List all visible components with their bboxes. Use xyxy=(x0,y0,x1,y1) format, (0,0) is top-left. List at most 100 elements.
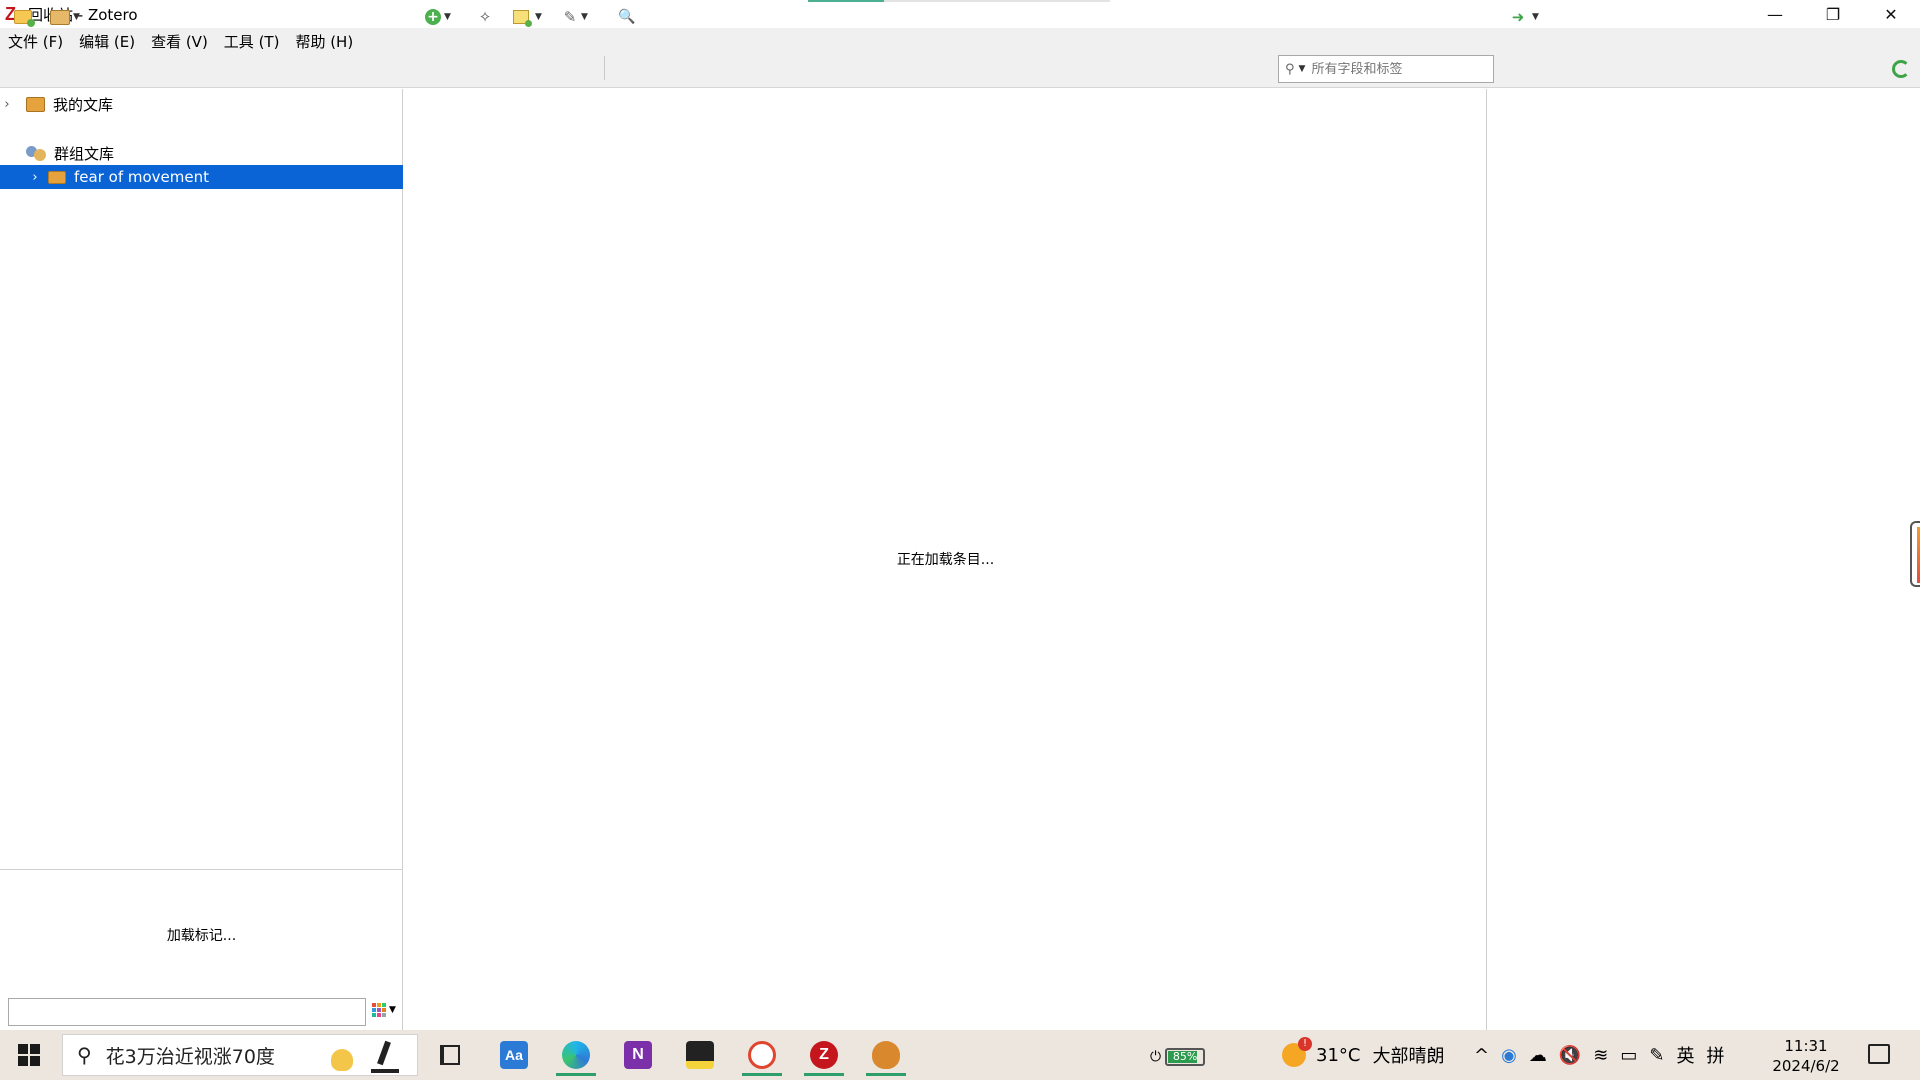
search-mode-dropdown-icon[interactable]: ▼ xyxy=(1299,64,1306,74)
menu-file[interactable]: 文件 (F) xyxy=(8,31,63,52)
chevron-down-icon: ▼ xyxy=(1532,12,1539,22)
items-loading-text: 正在加载条目... xyxy=(896,552,995,568)
taskbar-search-text: 花3万治近视涨70度 xyxy=(105,1045,275,1068)
task-view-button[interactable] xyxy=(424,1034,476,1076)
chevron-down-icon: ▼ xyxy=(581,12,588,22)
tray-app-icon[interactable]: ◉ xyxy=(1501,1045,1517,1066)
tag-selector-menu-button[interactable]: ▼ xyxy=(372,1003,396,1017)
new-library-button[interactable]: ▼ xyxy=(50,6,80,28)
weather-description: 大部晴朗 xyxy=(1372,1046,1445,1067)
search-box[interactable]: ⚲ ▼ xyxy=(1278,55,1494,83)
tree-item-my-library[interactable]: › 我的文库 xyxy=(0,92,403,116)
taskbar-clock[interactable]: 11:31 2024/6/2 xyxy=(1760,1036,1852,1076)
onedrive-cloud-icon[interactable]: ☁ xyxy=(1529,1045,1547,1066)
new-item-button[interactable]: + ▼ xyxy=(425,6,451,28)
loading-progress-fill xyxy=(808,0,884,2)
taskbar-app-zotero[interactable]: Z xyxy=(798,1034,850,1076)
weather-temperature: 31°C xyxy=(1316,1044,1361,1066)
item-details-pane xyxy=(1488,89,1920,1030)
title-bar: Z 回收站 - Zotero — ❐ ✕ xyxy=(0,0,1920,28)
taskbar-app-dictionary[interactable]: Aa xyxy=(488,1034,540,1076)
loading-progress-bar xyxy=(808,0,1110,2)
chevron-down-icon: ▼ xyxy=(389,1005,396,1015)
menu-help[interactable]: 帮助 (H) xyxy=(295,31,353,52)
battery-icon: 85% xyxy=(1165,1048,1206,1066)
group-header-label: 群组文库 xyxy=(54,144,115,163)
new-note-icon xyxy=(513,10,532,27)
sync-icon[interactable] xyxy=(1892,60,1910,78)
new-item-icon: + xyxy=(425,9,441,25)
zotero-icon: Z xyxy=(810,1041,838,1069)
tag-selector-divider[interactable] xyxy=(0,869,403,870)
tags-loading-text: 加载标记... xyxy=(166,928,237,944)
microscope-icon xyxy=(371,1041,399,1073)
battery-indicator[interactable]: ⏻ 85% xyxy=(1150,1046,1208,1068)
chevron-down-icon: ▼ xyxy=(444,12,451,22)
collections-pane: › 我的文库 群组文库 › fear of movement 加载标记... ▼ xyxy=(0,89,403,1030)
library-icon xyxy=(26,96,45,112)
group-library-icon xyxy=(48,170,66,184)
search-input[interactable] xyxy=(1311,61,1472,77)
new-library-icon xyxy=(50,9,70,25)
tag-filter-input[interactable] xyxy=(8,998,366,1026)
add-by-identifier-icon: ✧ xyxy=(478,8,492,26)
chevron-down-icon: ▼ xyxy=(535,12,542,22)
minimize-button[interactable]: — xyxy=(1746,0,1804,28)
close-button[interactable]: ✕ xyxy=(1862,0,1920,28)
tree-item-group-fear-of-movement[interactable]: › fear of movement xyxy=(0,165,403,189)
clock-date: 2024/6/2 xyxy=(1772,1057,1840,1075)
power-plug-icon: ⏻ xyxy=(1150,1049,1162,1065)
menu-tools[interactable]: 工具 (T) xyxy=(224,31,280,52)
task-view-icon xyxy=(440,1045,460,1065)
tag-colors-icon xyxy=(372,1003,386,1017)
maximize-button[interactable]: ❐ xyxy=(1804,0,1862,28)
window-controls: — ❐ ✕ xyxy=(1746,0,1920,28)
attachment-icon: ✎ xyxy=(563,8,577,26)
chevron-down-icon: ▼ xyxy=(73,12,80,22)
tree-item-label: 我的文库 xyxy=(53,95,114,114)
onenote-icon: N xyxy=(624,1041,652,1069)
expand-chevron-icon[interactable]: › xyxy=(0,97,14,112)
locate-arrow-icon: ➜ xyxy=(1511,8,1525,26)
ime-language-indicator[interactable]: 英 xyxy=(1676,1042,1694,1068)
menu-edit[interactable]: 编辑 (E) xyxy=(79,31,135,52)
ime-mode-indicator[interactable]: 拼 xyxy=(1706,1042,1724,1068)
start-button[interactable] xyxy=(18,1044,40,1066)
taskbar-app-acorn[interactable] xyxy=(860,1034,912,1076)
advanced-search-icon: 🔍 xyxy=(618,9,636,25)
weather-widget[interactable]: 31°C 大部晴朗 xyxy=(1282,1030,1444,1080)
taskbar-app-paint[interactable] xyxy=(736,1034,788,1076)
locate-button[interactable]: ➜ ▼ xyxy=(1510,6,1539,28)
windows-logo-icon xyxy=(18,1044,28,1054)
new-note-button[interactable]: ▼ xyxy=(513,6,542,28)
menu-view[interactable]: 查看 (V) xyxy=(151,31,208,52)
flask-icon xyxy=(331,1049,353,1071)
weather-sun-icon xyxy=(1282,1037,1312,1067)
new-collection-button[interactable] xyxy=(14,6,35,28)
wifi-icon[interactable]: ≋ xyxy=(1593,1045,1608,1066)
battery-tray-icon[interactable]: ▭ xyxy=(1620,1045,1637,1066)
windows-taskbar: ⚲ 花3万治近视涨70度 Aa N Z ⏻ 85% 31°C 大部晴朗 ^ xyxy=(0,1030,1920,1080)
sticky-notes-icon xyxy=(686,1041,714,1069)
search-highlight-image xyxy=(323,1039,409,1073)
battery-percent: 85% xyxy=(1172,1050,1198,1063)
tree-item-label: fear of movement xyxy=(74,168,209,186)
expand-chevron-icon[interactable]: › xyxy=(28,170,42,185)
paint-app-icon xyxy=(748,1041,776,1069)
items-pane: 正在加载条目... xyxy=(404,89,1487,1030)
volume-muted-icon[interactable]: 🔇 xyxy=(1559,1045,1581,1066)
chevron-up-icon[interactable]: ^ xyxy=(1474,1045,1489,1066)
notification-center-icon[interactable] xyxy=(1868,1044,1890,1064)
side-scroll-handle[interactable] xyxy=(1910,521,1920,587)
pen-icon[interactable]: ✎ xyxy=(1649,1045,1664,1066)
taskbar-app-onenote[interactable]: N xyxy=(612,1034,664,1076)
group-libraries-header: 群组文库 xyxy=(0,141,403,165)
taskbar-app-sticky-notes[interactable] xyxy=(674,1034,726,1076)
add-by-identifier-button[interactable]: ✧ xyxy=(477,6,493,28)
edge-browser-icon xyxy=(562,1041,590,1069)
main-toolbar xyxy=(0,54,1920,88)
advanced-search-button[interactable]: 🔍 xyxy=(618,6,636,28)
taskbar-search-box[interactable]: ⚲ 花3万治近视涨70度 xyxy=(62,1034,418,1076)
add-attachment-button[interactable]: ✎ ▼ xyxy=(562,6,588,28)
taskbar-app-edge[interactable] xyxy=(550,1034,602,1076)
